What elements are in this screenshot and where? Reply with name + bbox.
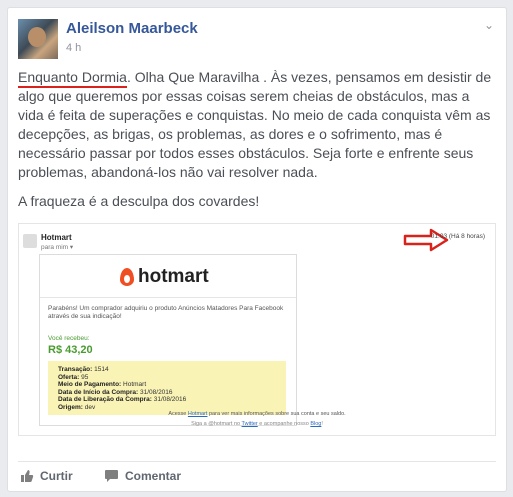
detail-value: 31/08/2016 xyxy=(140,388,173,396)
highlighted-text: Enquanto Dormia xyxy=(18,69,127,88)
post-body: Enquanto Dormia. Olha Que Maravilha . Às… xyxy=(18,68,496,221)
post-paragraph-2: A fraqueza é a desculpa dos covardes! xyxy=(18,193,260,209)
sender-avatar xyxy=(23,234,37,248)
post-time[interactable]: 4 h xyxy=(66,42,81,54)
comment-button[interactable]: Comentar xyxy=(104,469,181,483)
received-label: Você recebeu: xyxy=(48,335,90,342)
detail-row: Transação: 1514 xyxy=(58,366,186,374)
detail-label: Data de Liberação da Compra: xyxy=(58,396,152,403)
detail-label: Origem: xyxy=(58,403,83,411)
transaction-details: Transação: 1514 Oferta: 95 Meio de Pagam… xyxy=(48,361,286,415)
like-label: Curtir xyxy=(40,469,73,483)
flame-icon xyxy=(120,268,134,286)
email-message: Parabéns! Um comprador adquiriu o produt… xyxy=(48,305,284,320)
author-avatar[interactable] xyxy=(18,19,58,59)
detail-row: Data de Liberação da Compra: 31/08/2016 xyxy=(58,396,186,404)
divider xyxy=(40,297,296,298)
detail-label: Transação: xyxy=(58,366,93,373)
detail-label: Oferta: xyxy=(58,373,80,381)
detail-label: Data de Início da Compra: xyxy=(58,388,139,396)
received-amount: R$ 43,20 xyxy=(48,344,93,356)
email-content-box: hotmart Parabéns! Um comprador adquiriu … xyxy=(39,254,297,426)
thumbs-up-icon xyxy=(21,470,34,482)
comment-icon xyxy=(105,470,118,482)
chevron-down-icon[interactable]: ⌄ xyxy=(484,18,494,32)
like-button[interactable]: Curtir xyxy=(20,469,73,483)
detail-value: Hotmart xyxy=(123,381,147,388)
email-time: 01:03 (Há 8 horas) xyxy=(430,233,485,240)
hotmart-brand: hotmart xyxy=(138,266,209,287)
detail-value: 1514 xyxy=(94,366,109,373)
detail-row: Oferta: 95 xyxy=(58,374,186,382)
email-recipient: para mim ▾ xyxy=(41,244,74,251)
red-arrow-icon xyxy=(403,228,449,252)
author-name[interactable]: Aleilson Maarbeck xyxy=(66,20,198,37)
post-paragraph: Enquanto Dormia. Olha Que Maravilha . Às… xyxy=(18,68,496,182)
facebook-post-card: Aleilson Maarbeck 4 h ⌄ Enquanto Dormia.… xyxy=(7,7,507,492)
detail-label: Meio de Pagamento: xyxy=(58,381,122,388)
detail-value: 95 xyxy=(81,373,89,381)
comment-label: Comentar xyxy=(125,469,182,483)
detail-row: Data de Início da Compra: 31/08/2016 xyxy=(58,389,186,397)
detail-row: Meio de Pagamento: Hotmart xyxy=(58,381,186,389)
email-screenshot-image[interactable]: Hotmart para mim ▾ 01:03 (Há 8 horas) ho… xyxy=(18,223,496,436)
email-sender: Hotmart xyxy=(41,233,72,242)
detail-value: dev xyxy=(84,403,96,411)
detail-value: 31/08/2016 xyxy=(153,396,187,403)
actions-divider xyxy=(18,461,496,462)
hotmart-logo: hotmart xyxy=(120,265,209,289)
detail-row: Origem: dev xyxy=(58,404,186,412)
